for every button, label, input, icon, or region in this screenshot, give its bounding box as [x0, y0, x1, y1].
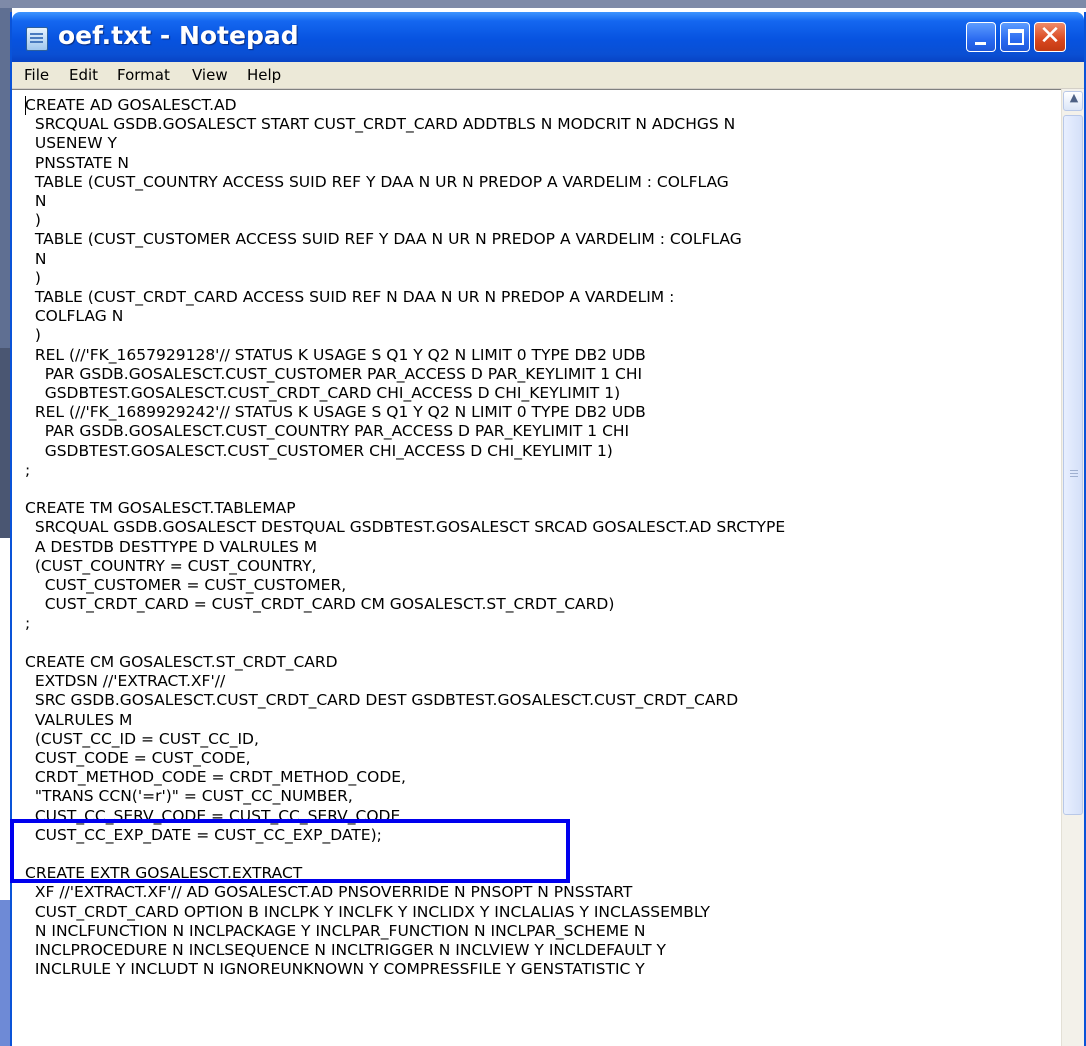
- text-line: ;: [25, 460, 31, 479]
- text-line: GSDBTEST.GOSALESCT.CUST_CUSTOMER CHI_ACC…: [25, 441, 613, 460]
- menu-help[interactable]: Help: [247, 66, 281, 84]
- text-caret: [25, 96, 26, 115]
- close-icon: ✕: [1039, 21, 1061, 51]
- text-line: (CUST_COUNTRY = CUST_COUNTRY,: [25, 556, 317, 575]
- menu-bar: File Edit Format View Help: [12, 62, 1084, 89]
- text-line: CREATE AD GOSALESCT.AD: [25, 96, 237, 114]
- menu-view[interactable]: View: [192, 66, 228, 84]
- text-line: CREATE TM GOSALESCT.TABLEMAP: [25, 499, 296, 518]
- menu-file[interactable]: File: [24, 66, 49, 84]
- text-line: CUST_CRDT_CARD = CUST_CRDT_CARD CM GOSAL…: [25, 595, 615, 614]
- text-line: PNSSTATE N: [25, 153, 129, 172]
- text-line: TABLE (CUST_CUSTOMER ACCESS SUID REF Y D…: [25, 230, 742, 249]
- text-line: PAR GSDB.GOSALESCT.CUST_CUSTOMER PAR_ACC…: [25, 364, 643, 383]
- text-line: GSDBTEST.GOSALESCT.CUST_CRDT_CARD CHI_AC…: [25, 384, 621, 403]
- scroll-up-icon: ▲: [1069, 91, 1079, 104]
- notepad-icon[interactable]: [26, 27, 48, 51]
- notepad-window: oef.txt - Notepad ✕ File Edit Format Vie…: [10, 12, 1086, 1046]
- text-line: ): [25, 326, 41, 345]
- maximize-button[interactable]: [1000, 22, 1030, 52]
- title-bar[interactable]: oef.txt - Notepad ✕: [12, 12, 1084, 62]
- text-line: N INCLFUNCTION N INCLPACKAGE Y INCLPAR_F…: [25, 921, 646, 940]
- close-button[interactable]: ✕: [1034, 21, 1066, 52]
- desktop-background-top: [0, 0, 1086, 8]
- text-line: CUST_CC_SERV_CODE = CUST_CC_SERV_CODE,: [25, 806, 406, 825]
- menu-edit[interactable]: Edit: [69, 66, 98, 84]
- scrollbar-grip-icon: [1070, 470, 1078, 471]
- text-line: ;: [25, 614, 31, 633]
- text-line: ): [25, 211, 41, 230]
- text-line: CREATE CM GOSALESCT.ST_CRDT_CARD: [25, 652, 338, 671]
- text-line: CREATE EXTR GOSALESCT.EXTRACT: [25, 864, 303, 883]
- scrollbar-thumb[interactable]: [1063, 115, 1083, 815]
- text-line: VALRULES M: [25, 710, 133, 729]
- window-title: oef.txt - Notepad: [58, 21, 299, 50]
- text-line: CUST_CODE = CUST_CODE,: [25, 748, 251, 767]
- text-line: N: [25, 192, 47, 211]
- text-line: SRCQUAL GSDB.GOSALESCT START CUST_CRDT_C…: [25, 115, 736, 134]
- text-line: REL (//'FK_1689929242'// STATUS K USAGE …: [25, 403, 646, 422]
- text-line: PAR GSDB.GOSALESCT.CUST_COUNTRY PAR_ACCE…: [25, 422, 630, 441]
- text-line: CUST_CUSTOMER = CUST_CUSTOMER,: [25, 576, 347, 595]
- text-line: N: [25, 249, 47, 268]
- text-line: SRC GSDB.GOSALESCT.CUST_CRDT_CARD DEST G…: [25, 691, 739, 710]
- document-text[interactable]: CREATE AD GOSALESCT.AD SRCQUAL GSDB.GOSA…: [25, 96, 785, 979]
- scroll-up-button[interactable]: ▲: [1063, 91, 1083, 111]
- text-line: CUST_CRDT_CARD OPTION B INCLPK Y INCLFK …: [25, 902, 710, 921]
- text-line: REL (//'FK_1657929128'// STATUS K USAGE …: [25, 345, 646, 364]
- text-line: TABLE (CUST_COUNTRY ACCESS SUID REF Y DA…: [25, 172, 729, 191]
- minimize-button[interactable]: [966, 22, 996, 52]
- text-editor-area[interactable]: CREATE AD GOSALESCT.AD SRCQUAL GSDB.GOSA…: [12, 89, 1062, 1046]
- text-line: USENEW Y: [25, 134, 117, 153]
- text-line: ): [25, 268, 41, 287]
- text-line: INCLPROCEDURE N INCLSEQUENCE N INCLTRIGG…: [25, 940, 666, 959]
- text-line: A DESTDB DESTTYPE D VALRULES M: [25, 537, 318, 556]
- text-line: CUST_CC_EXP_DATE = CUST_CC_EXP_DATE);: [25, 825, 382, 844]
- text-line: COLFLAG N: [25, 307, 124, 326]
- text-line: SRCQUAL GSDB.GOSALESCT DESTQUAL GSDBTEST…: [25, 518, 786, 537]
- menu-format[interactable]: Format: [117, 66, 170, 84]
- text-line: "TRANS CCN('=r')" = CUST_CC_NUMBER,: [25, 787, 353, 806]
- text-line: INCLRULE Y INCLUDT N IGNOREUNKNOWN Y COM…: [25, 960, 645, 979]
- text-line: TABLE (CUST_CRDT_CARD ACCESS SUID REF N …: [25, 288, 675, 307]
- text-line: EXTDSN //'EXTRACT.XF'//: [25, 672, 226, 691]
- text-line: XF //'EXTRACT.XF'// AD GOSALESCT.AD PNSO…: [25, 883, 633, 902]
- text-line: CRDT_METHOD_CODE = CRDT_METHOD_CODE,: [25, 768, 406, 787]
- text-line: (CUST_CC_ID = CUST_CC_ID,: [25, 729, 259, 748]
- vertical-scrollbar[interactable]: ▲: [1061, 89, 1084, 1046]
